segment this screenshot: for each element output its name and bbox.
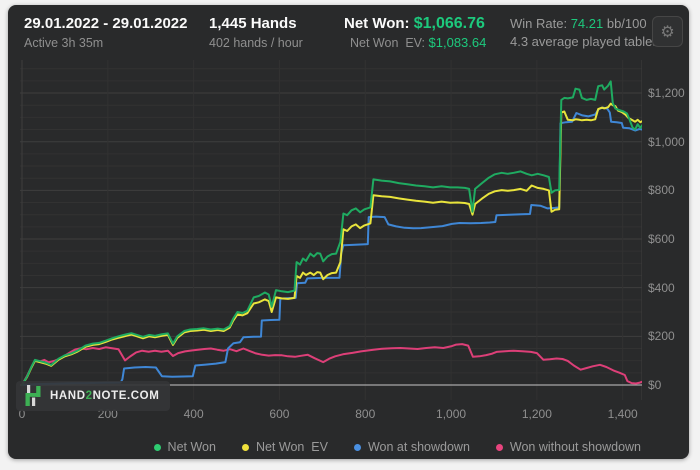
wm-post: NOTE.COM: [92, 390, 160, 402]
x-tick-label: 1,000: [436, 407, 467, 421]
winnings-chart: [20, 60, 642, 400]
win-rate-label: Win Rate:: [510, 16, 571, 31]
win-rate-row: Win Rate: 74.21 bb/100: [510, 15, 659, 33]
legend-dot-icon: [241, 443, 249, 451]
legend-item-won-without-showdown[interactable]: Won without showdown: [495, 440, 641, 454]
net-won-row: Net Won: $1,066.76: [344, 14, 486, 34]
legend-label: Net Won EV: [255, 440, 328, 454]
net-won-ev-value: $1,083.64: [428, 35, 487, 50]
date-range-block: 29.01.2022 - 29.01.2022 Active 3h 35m: [24, 14, 187, 52]
hand2note-logo-icon: [25, 385, 41, 406]
y-tick-label: $400: [648, 280, 675, 295]
date-range: 29.01.2022 - 29.01.2022: [24, 15, 188, 32]
legend-dot-icon: [153, 443, 161, 451]
y-tick-label: $1,000: [648, 134, 685, 149]
hands-total: 1,445 Hands: [209, 15, 297, 32]
win-rate-unit: bb/100: [603, 16, 647, 31]
series-line-net-won-ev: [21, 102, 642, 386]
chart-canvas: [20, 60, 642, 400]
chart-legend: Net Won Net Won EV Won at showdown Won with…: [153, 440, 641, 454]
net-won-ev-row: Net Won EV: $1,083.64: [344, 34, 486, 52]
x-tick-label: 1,400: [607, 407, 638, 421]
legend-item-won-at-showdown[interactable]: Won at showdown: [353, 440, 470, 454]
x-tick-label: 1,200: [521, 407, 552, 421]
hands-per-hour: 402 hands / hour: [209, 36, 303, 50]
y-tick-label: $200: [648, 329, 675, 344]
active-time: Active 3h 35m: [24, 36, 104, 50]
legend-dot-icon: [353, 443, 361, 451]
legend-dot-icon: [495, 443, 503, 451]
series-line-won-without-showdown: [21, 343, 642, 386]
legend-label: Won at showdown: [367, 440, 470, 454]
session-graph-panel: 29.01.2022 - 29.01.2022 Active 3h 35m 1,…: [8, 5, 689, 459]
legend-label: Won without showdown: [509, 440, 641, 454]
wm-pre: HAND: [50, 390, 86, 402]
legend-item-net-won[interactable]: Net Won: [153, 440, 216, 454]
x-tick-label: 400: [183, 407, 204, 421]
y-tick-label: $800: [648, 183, 675, 198]
avg-tables: 4.3 average played tables: [510, 34, 659, 49]
y-tick-label: $600: [648, 232, 675, 247]
legend-label: Net Won: [167, 440, 216, 454]
settings-button[interactable]: ⚙: [652, 16, 683, 47]
y-tick-label: $0: [648, 378, 662, 392]
series-line-won-at-showdown: [21, 106, 642, 386]
hands-block: 1,445 Hands 402 hands / hour: [209, 14, 303, 52]
net-won-ev-label: Net Won EV:: [350, 36, 429, 50]
wm-accent: 2: [85, 390, 93, 402]
x-tick-label: 800: [355, 407, 376, 421]
net-won-block: Net Won: $1,066.76 Net Won EV: $1,083.64: [344, 14, 486, 52]
x-tick-label: 600: [269, 407, 290, 421]
watermark: HAND2NOTE.COM: [16, 381, 171, 411]
gear-icon: ⚙: [660, 23, 675, 41]
legend-item-net-won-ev[interactable]: Net Won EV: [241, 440, 328, 454]
y-tick-label: $1,200: [648, 86, 685, 101]
win-rate-value: 74.21: [570, 16, 604, 31]
watermark-text: HAND2NOTE.COM: [50, 390, 159, 402]
net-won-value: $1,066.76: [413, 15, 485, 32]
net-won-label: Net Won:: [344, 15, 414, 32]
win-rate-block: Win Rate: 74.21 bb/100 4.3 average playe…: [510, 15, 659, 51]
